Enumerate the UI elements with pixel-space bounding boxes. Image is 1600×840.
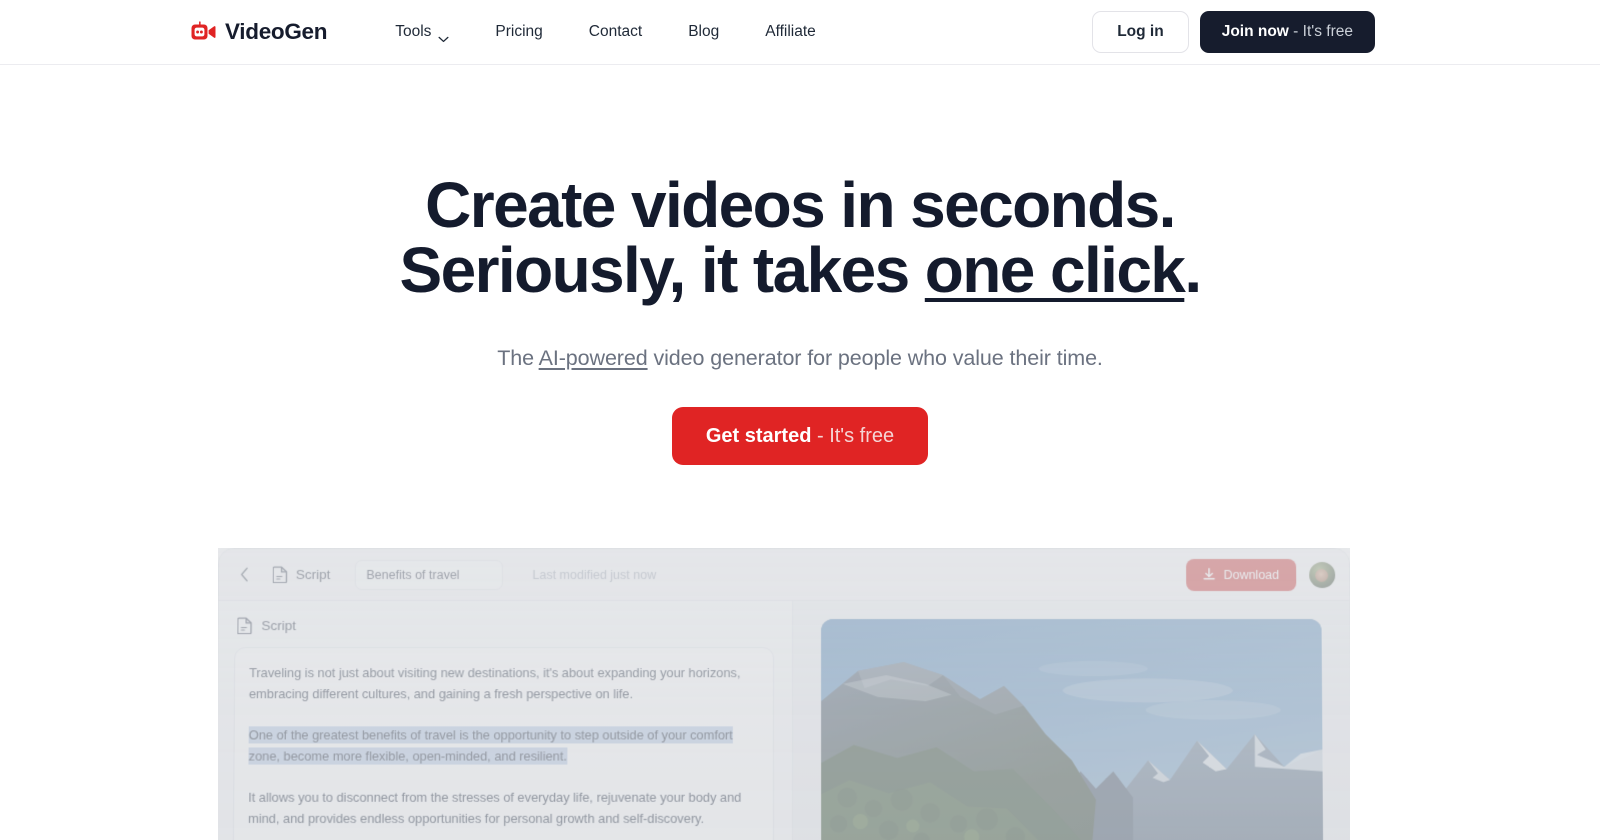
download-icon bbox=[1203, 567, 1216, 581]
chevron-left-icon[interactable] bbox=[235, 566, 253, 584]
subtitle-emphasis: AI-powered bbox=[538, 345, 648, 370]
avatar[interactable] bbox=[1309, 561, 1336, 588]
subtitle-suffix: video generator for people who value the… bbox=[647, 345, 1103, 370]
script-editor[interactable]: Traveling is not just about visiting new… bbox=[232, 647, 774, 840]
login-button[interactable]: Log in bbox=[1092, 10, 1189, 54]
nav-item-contact-label: Contact bbox=[588, 23, 643, 40]
hero-subtitle: The AI-powered video generator for peopl… bbox=[0, 346, 1600, 371]
download-label: Download bbox=[1223, 567, 1280, 582]
project-title-input[interactable]: Benefits of travel bbox=[354, 559, 503, 590]
nav-item-tools-label: Tools bbox=[395, 23, 432, 40]
script-paragraph-text: It allows you to disconnect from the str… bbox=[248, 789, 742, 826]
headline-line-2-suffix: . bbox=[1184, 234, 1202, 307]
script-paragraph[interactable]: It allows you to disconnect from the str… bbox=[248, 787, 759, 829]
breadcrumb-label: Script bbox=[295, 567, 331, 583]
download-button[interactable]: Download bbox=[1186, 558, 1297, 591]
nav-item-blog[interactable]: Blog bbox=[665, 15, 742, 49]
get-started-button[interactable]: Get started - It's free bbox=[671, 406, 929, 465]
script-paragraph[interactable]: Traveling is not just about visiting new… bbox=[249, 663, 759, 705]
nav-item-affiliate-label: Affiliate bbox=[765, 23, 816, 40]
nav-item-blog-label: Blog bbox=[688, 23, 720, 40]
app-toolbar: Script Benefits of travel Last modified … bbox=[218, 548, 1350, 602]
cta-container: Get started - It's free bbox=[0, 406, 1600, 465]
last-modified-status: Last modified just now bbox=[532, 567, 657, 582]
nav-item-tools[interactable]: Tools bbox=[372, 15, 472, 49]
chevron-down-icon bbox=[438, 30, 449, 42]
join-now-button[interactable]: Join now - It's free bbox=[1199, 10, 1375, 54]
join-now-sublabel: - It's free bbox=[1288, 22, 1353, 40]
headline-emphasis: one click bbox=[924, 234, 1186, 307]
document-icon bbox=[236, 617, 252, 634]
video-preview[interactable] bbox=[821, 619, 1324, 840]
brand-logo[interactable]: VideoGen bbox=[190, 18, 328, 45]
brand-name: VideoGen bbox=[225, 18, 328, 44]
hero-section: Create videos in seconds. Seriously, it … bbox=[0, 65, 1600, 465]
get-started-sublabel: - It's free bbox=[811, 424, 895, 447]
page-title: Create videos in seconds. Seriously, it … bbox=[0, 169, 1600, 304]
subtitle-prefix: The bbox=[497, 345, 539, 370]
document-icon bbox=[272, 566, 288, 584]
header-inner: VideoGen Tools Pricing Contact Blog Affi… bbox=[0, 0, 1600, 65]
app-content: Script Traveling is not just about visit… bbox=[218, 601, 1350, 840]
headline-line-2-prefix: Seriously, it takes bbox=[399, 234, 925, 307]
video-camera-robot-icon bbox=[190, 19, 216, 45]
script-paragraph[interactable]: One of the greatest benefits of travel i… bbox=[248, 725, 758, 767]
breadcrumb[interactable]: Script bbox=[265, 566, 331, 584]
script-paragraph-text: One of the greatest benefits of travel i… bbox=[248, 726, 733, 765]
headline-line-1: Create videos in seconds. bbox=[425, 169, 1176, 241]
site-header: VideoGen Tools Pricing Contact Blog Affi… bbox=[0, 0, 1600, 65]
join-now-label: Join now bbox=[1221, 22, 1289, 40]
header-actions: Log in Join now - It's free bbox=[1092, 10, 1375, 54]
script-panel: Script Traveling is not just about visit… bbox=[218, 601, 794, 840]
product-screenshot-preview: Script Benefits of travel Last modified … bbox=[218, 548, 1350, 840]
nav-item-contact[interactable]: Contact bbox=[566, 15, 665, 49]
script-section-label: Script bbox=[261, 618, 297, 634]
primary-nav: Tools Pricing Contact Blog Affiliate bbox=[372, 15, 839, 49]
nav-item-pricing-label: Pricing bbox=[495, 23, 543, 40]
script-paragraph-text: Traveling is not just about visiting new… bbox=[248, 665, 741, 702]
get-started-label: Get started bbox=[705, 424, 812, 447]
app-toolbar-actions: Download bbox=[1186, 558, 1336, 591]
nav-item-affiliate[interactable]: Affiliate bbox=[742, 15, 839, 49]
nav-item-pricing[interactable]: Pricing bbox=[472, 15, 565, 49]
video-preview-panel bbox=[793, 601, 1350, 840]
script-section-header: Script bbox=[234, 617, 774, 634]
headline-line-2: Seriously, it takes one click. bbox=[0, 238, 1600, 303]
app-window-mockup: Script Benefits of travel Last modified … bbox=[218, 548, 1350, 840]
